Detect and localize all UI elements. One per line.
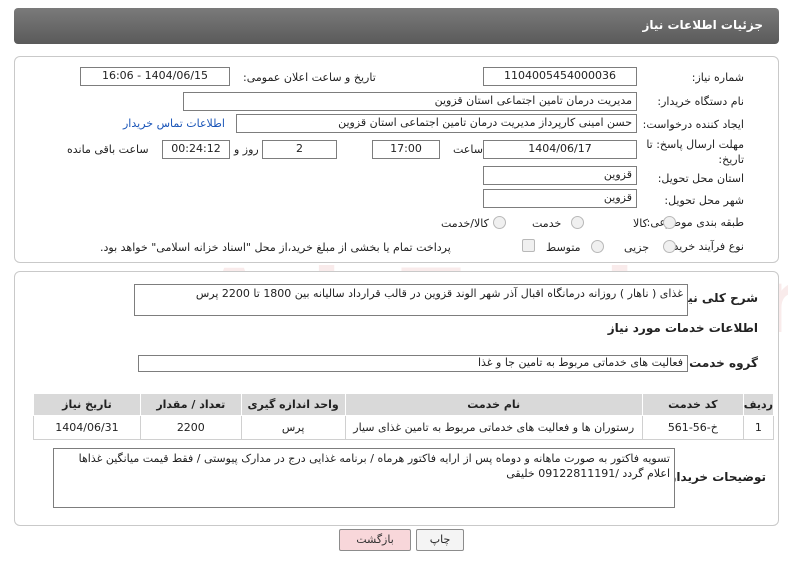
need-number-field: 1104005454000036 bbox=[483, 67, 637, 86]
cell-unit: پرس bbox=[240, 415, 346, 440]
services-table: ردیف کد خدمت نام خدمت واحد اندازه گیری ت… bbox=[33, 393, 775, 440]
col-row-header: ردیف bbox=[742, 393, 775, 416]
page-title: جزئیات اطلاعات نیاز bbox=[642, 18, 763, 32]
back-button[interactable]: بازگشت bbox=[339, 529, 411, 551]
cell-name: رستوران ها و فعالیت های خدماتی مربوط به … bbox=[344, 415, 643, 440]
announce-datetime-field: 1404/06/15 - 16:06 bbox=[80, 67, 230, 86]
announce-datetime-label: تاریخ و ساعت اعلان عمومی: bbox=[243, 71, 376, 84]
need-number-label: شماره نیاز: bbox=[691, 71, 744, 84]
cell-code: خ-56-561 bbox=[641, 415, 744, 440]
remaining-time-field: 00:24:12 bbox=[162, 140, 230, 159]
requester-label: ایجاد کننده درخواست: bbox=[642, 118, 744, 131]
payment-checkbox[interactable] bbox=[522, 239, 535, 252]
category-option-goods-service: کالا/خدمت bbox=[441, 217, 489, 230]
city-label: شهر محل تحویل: bbox=[664, 194, 744, 207]
col-unit-header: واحد اندازه گیری bbox=[240, 393, 346, 416]
process-option-partial: جزیی bbox=[624, 241, 650, 254]
col-date-header: تاریخ نیاز bbox=[33, 393, 141, 416]
days-field: 2 bbox=[262, 140, 337, 159]
process-type-label: نوع فرآیند خرید : bbox=[666, 240, 744, 253]
deadline-label: مهلت ارسال پاسخ: تا تاریخ: bbox=[646, 138, 744, 166]
deadline-time-field: 17:00 bbox=[372, 140, 440, 159]
page-header: جزئیات اطلاعات نیاز bbox=[14, 8, 779, 44]
deadline-date-field: 1404/06/17 bbox=[483, 140, 637, 159]
category-radio-goods[interactable] bbox=[663, 216, 676, 229]
service-group-field: فعالیت های خدماتی مربوط به تامین جا و غذ… bbox=[138, 355, 688, 372]
category-option-goods: کالا bbox=[633, 217, 648, 230]
category-option-service: خدمت bbox=[532, 217, 562, 230]
province-field: قزوین bbox=[483, 166, 637, 185]
print-button[interactable]: چاپ bbox=[416, 529, 464, 551]
category-radio-goods-service[interactable] bbox=[493, 216, 506, 229]
hour-label: ساعت bbox=[453, 143, 483, 156]
general-desc-field: غذای ( ناهار ) روزانه درمانگاه اقبال آذر… bbox=[134, 284, 688, 316]
col-qty-header: تعداد / مقدار bbox=[139, 393, 242, 416]
buyer-notes-label: توضیحات خریدار: bbox=[664, 470, 766, 484]
requester-field: حسن امینی کارپرداز مدیریت درمان تامین اج… bbox=[236, 114, 637, 133]
col-code-header: کد خدمت bbox=[641, 393, 744, 416]
category-radio-service[interactable] bbox=[571, 216, 584, 229]
payment-note: پرداخت تمام یا بخشی از مبلغ خرید،از محل … bbox=[100, 241, 451, 254]
contact-info-link[interactable]: اطلاعات تماس خریدار bbox=[123, 117, 225, 130]
process-radio-partial[interactable] bbox=[663, 240, 676, 253]
process-option-medium: متوسط bbox=[546, 241, 581, 254]
buyer-org-label: نام دستگاه خریدار: bbox=[657, 95, 744, 108]
buyer-notes-field: تسویه فاکتور به صورت ماهانه و دوماه پس ا… bbox=[53, 448, 675, 508]
process-radio-medium[interactable] bbox=[591, 240, 604, 253]
province-label: استان محل تحویل: bbox=[657, 172, 744, 185]
day-and-label: روز و bbox=[234, 143, 259, 156]
cell-date: 1404/06/31 bbox=[33, 415, 141, 440]
cell-row: 1 bbox=[742, 415, 775, 440]
buyer-org-field: مدیریت درمان تامین اجتماعی استان قزوین bbox=[183, 92, 637, 111]
category-label: طبقه بندی موضوعی: bbox=[646, 216, 744, 229]
service-group-label: گروه خدمت: bbox=[684, 356, 758, 370]
services-info-heading: اطلاعات خدمات مورد نیاز bbox=[607, 321, 758, 335]
cell-qty: 2200 bbox=[139, 415, 242, 440]
table-row: 1 خ-56-561 رستوران ها و فعالیت های خدمات… bbox=[33, 415, 775, 440]
table-header-row: ردیف کد خدمت نام خدمت واحد اندازه گیری ت… bbox=[33, 393, 775, 416]
remaining-label: ساعت باقی مانده bbox=[67, 143, 149, 156]
col-name-header: نام خدمت bbox=[344, 393, 643, 416]
city-field: قزوین bbox=[483, 189, 637, 208]
